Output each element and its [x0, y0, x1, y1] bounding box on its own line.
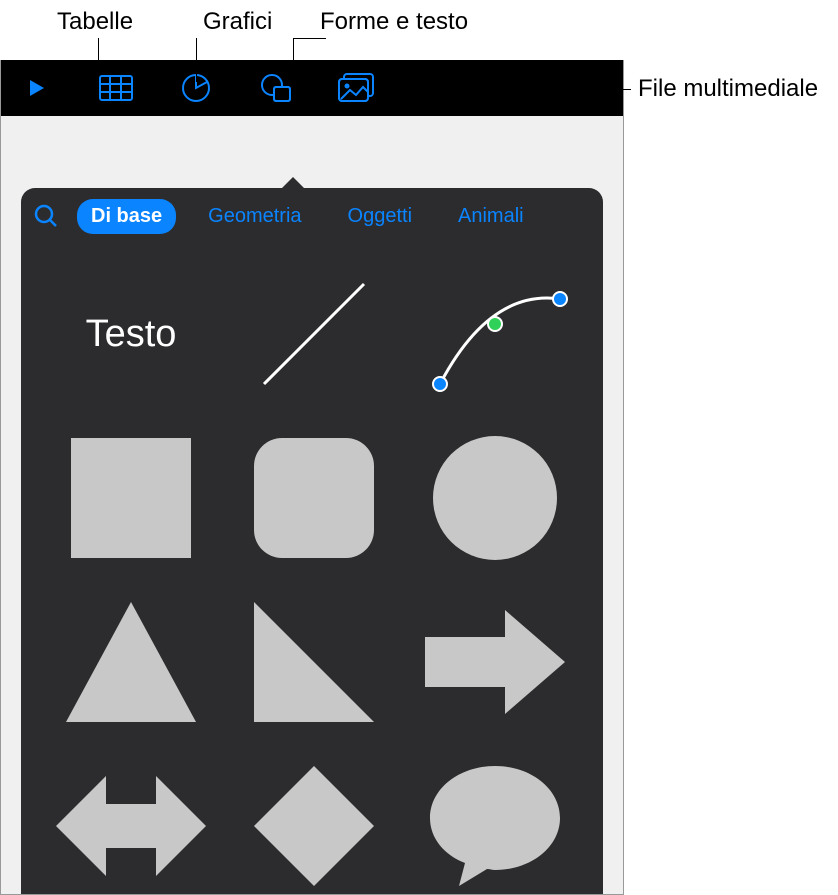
- tab-geometry[interactable]: Geometria: [194, 199, 315, 234]
- shapes-grid: Testo: [21, 244, 603, 894]
- tab-basic[interactable]: Di base: [77, 199, 176, 234]
- shape-speech-bubble[interactable]: [416, 756, 573, 894]
- shape-right-triangle[interactable]: [235, 592, 392, 732]
- tab-objects[interactable]: Oggetti: [334, 199, 426, 234]
- charts-button[interactable]: [171, 68, 221, 108]
- shape-circle[interactable]: [416, 428, 573, 568]
- tab-animals[interactable]: Animali: [444, 199, 538, 234]
- media-icon: [338, 73, 374, 103]
- device-frame: Di base Geometria Oggetti Animali Testo: [0, 60, 624, 895]
- search-icon: [33, 203, 59, 229]
- media-button[interactable]: [331, 68, 381, 108]
- text-shape-label: Testo: [86, 313, 177, 356]
- right-triangle-icon: [249, 597, 379, 727]
- toolbar: [1, 60, 623, 116]
- shape-double-arrow[interactable]: [51, 756, 211, 894]
- callout-shapes-text: Forme e testo: [320, 8, 468, 36]
- popover-arrow: [281, 177, 305, 189]
- shape-arrow[interactable]: [416, 592, 573, 732]
- double-arrow-icon: [51, 766, 211, 886]
- curve-icon: [420, 269, 570, 399]
- square-icon: [66, 433, 196, 563]
- category-tabs: Di base Geometria Oggetti Animali: [21, 188, 603, 244]
- callout-hline-shapes: [293, 38, 326, 39]
- callout-charts: Grafici: [203, 8, 272, 36]
- line-icon: [249, 269, 379, 399]
- search-button[interactable]: [33, 203, 59, 229]
- shapes-popover: Di base Geometria Oggetti Animali Testo: [21, 188, 603, 894]
- shape-text[interactable]: Testo: [51, 264, 211, 404]
- circle-icon: [430, 433, 560, 563]
- speech-bubble-icon: [425, 761, 565, 891]
- shape-diamond[interactable]: [235, 756, 392, 894]
- tables-button[interactable]: [91, 68, 141, 108]
- shapes-icon: [260, 73, 292, 103]
- callout-media: File multimediale: [638, 75, 818, 103]
- rounded-square-icon: [249, 433, 379, 563]
- shape-rounded-square[interactable]: [235, 428, 392, 568]
- shapes-button[interactable]: [251, 68, 301, 108]
- play-icon: [24, 76, 48, 100]
- table-icon: [99, 75, 133, 101]
- shape-line[interactable]: [235, 264, 392, 404]
- diamond-icon: [249, 761, 379, 891]
- play-button[interactable]: [11, 68, 61, 108]
- callout-tables: Tabelle: [57, 8, 133, 36]
- shape-triangle[interactable]: [51, 592, 211, 732]
- arrow-icon: [420, 602, 570, 722]
- triangle-icon: [61, 597, 201, 727]
- chart-icon: [181, 73, 211, 103]
- shape-square[interactable]: [51, 428, 211, 568]
- shape-curve[interactable]: [416, 264, 573, 404]
